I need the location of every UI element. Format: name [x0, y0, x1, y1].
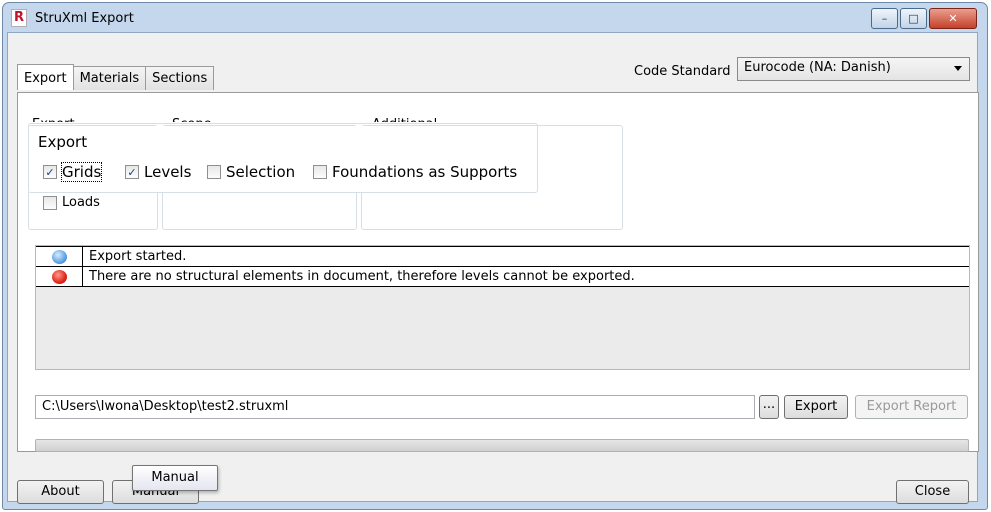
info-icon	[52, 250, 67, 264]
tab-export[interactable]: Export	[17, 64, 74, 90]
code-standard-dropdown[interactable]: Eurocode (NA: Danish)	[737, 57, 970, 81]
group-box-additional-title: Additional	[372, 117, 437, 122]
about-button[interactable]: About	[17, 480, 104, 504]
code-standard-value: Eurocode (NA: Danish)	[744, 60, 891, 75]
checkbox-empty-icon	[313, 165, 327, 179]
close-button[interactable]: Close	[896, 480, 969, 504]
revit-app-icon: R	[11, 9, 27, 27]
export-options-legend: Export	[34, 133, 92, 151]
loads-label: Loads	[62, 195, 100, 210]
tab-materials[interactable]: Materials	[72, 66, 147, 90]
log-icon-cell	[36, 267, 83, 286]
log-icon-cell	[36, 247, 83, 266]
foundations-as-supports-label: Foundations as Supports	[332, 163, 518, 181]
close-window-button[interactable]: ✕	[929, 8, 977, 29]
checkbox-empty-icon	[207, 165, 221, 179]
selection-label: Selection	[226, 163, 296, 181]
checkmark-icon: ✓	[43, 165, 57, 179]
levels-checkbox[interactable]: ✓ Levels	[125, 163, 191, 181]
loads-checkbox[interactable]: Loads	[43, 195, 100, 210]
log-message: Export started.	[89, 249, 187, 264]
log-message: There are no structural elements in docu…	[89, 269, 635, 284]
levels-label: Levels	[144, 163, 192, 181]
log-row: There are no structural elements in docu…	[36, 266, 969, 287]
export-button[interactable]: Export	[784, 395, 848, 419]
tab-sections[interactable]: Sections	[145, 66, 215, 90]
minimize-button[interactable]: –	[871, 8, 898, 29]
export-progress-bar	[35, 439, 969, 452]
export-report-button[interactable]: Export Report	[855, 395, 968, 419]
chevron-down-icon	[954, 66, 962, 71]
manual-tooltip: Manual	[132, 465, 218, 491]
log-row: Export started.	[36, 246, 969, 267]
maximize-button[interactable]: □	[900, 8, 927, 29]
export-options-group	[28, 123, 538, 193]
tab-strip: Export Materials Sections	[17, 64, 215, 90]
window-title: StruXml Export	[35, 11, 134, 26]
browse-button[interactable]: ...	[759, 395, 779, 419]
group-box-scope-title: Scope	[172, 117, 212, 122]
file-path-input[interactable]: C:\Users\Iwona\Desktop\test2.struxml	[35, 395, 755, 419]
group-box-export-title: Export	[32, 117, 75, 122]
title-bar[interactable]: R StruXml Export – □ ✕	[3, 3, 987, 35]
checkbox-empty-icon	[43, 195, 57, 210]
grids-checkbox[interactable]: ✓ Grids	[43, 162, 103, 182]
foundations-as-supports-checkbox[interactable]: Foundations as Supports	[313, 163, 517, 181]
code-standard-label: Code Standard	[634, 64, 731, 79]
error-icon	[52, 270, 67, 284]
selection-checkbox[interactable]: Selection	[207, 163, 295, 181]
log-list[interactable]: Export started. There are no structural …	[35, 245, 970, 370]
checkmark-icon: ✓	[125, 165, 139, 179]
grids-label: Grids	[60, 162, 103, 182]
